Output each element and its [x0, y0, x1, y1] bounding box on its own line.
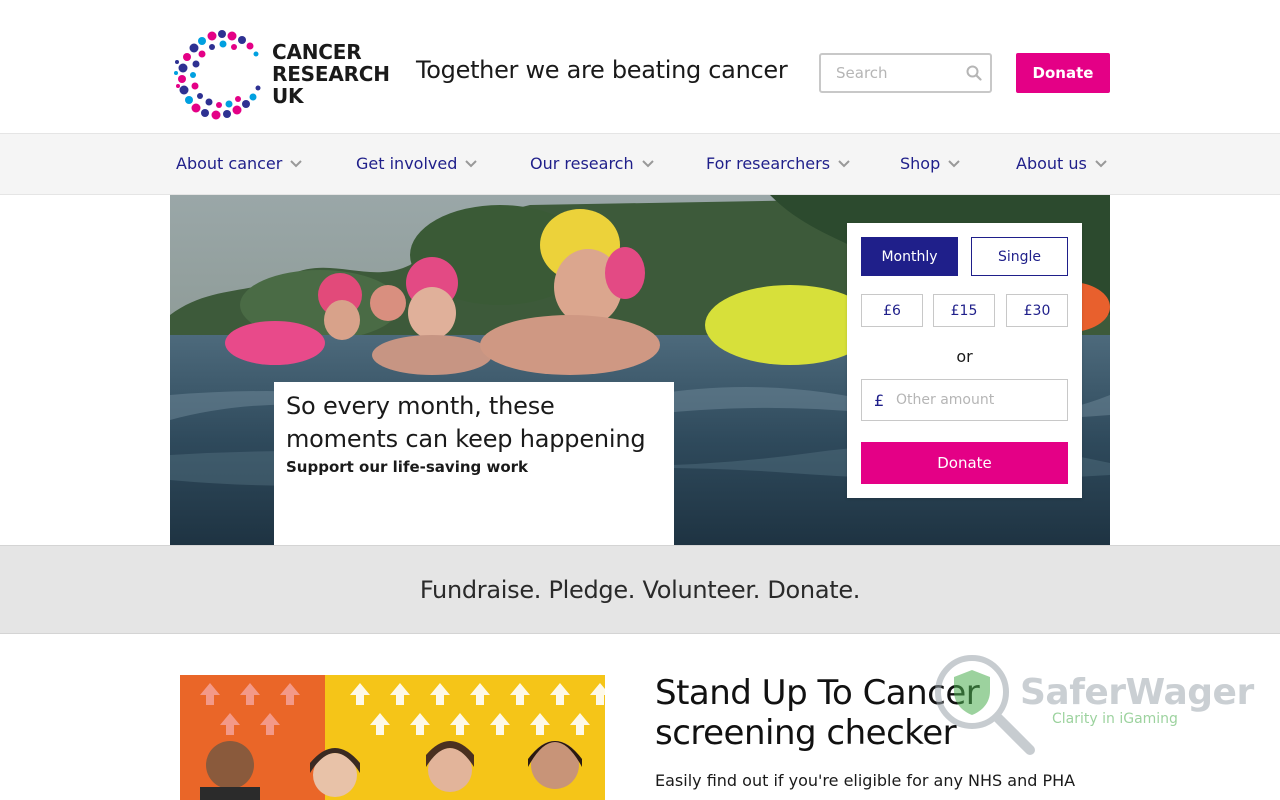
hero-banner: So every month, these moments can keep h…: [170, 195, 1110, 545]
nav-item-label: Our research: [530, 154, 634, 173]
search-box[interactable]: [819, 53, 992, 93]
currency-symbol: £: [874, 391, 885, 410]
feature-text: Easily find out if you're eligible for a…: [655, 771, 1076, 790]
stand-up-to-cancer-image: [180, 675, 605, 800]
strapline-band: Fundraise. Pledge. Volunteer. Donate.: [0, 545, 1280, 634]
amount-option[interactable]: £30: [1006, 294, 1068, 327]
saferwager-watermark: SaferWager Clarity in iGaming: [930, 650, 1254, 760]
chevron-down-icon: [948, 159, 960, 167]
hero-subline: Support our life-saving work: [286, 458, 529, 476]
site-header: CANCER RESEARCH UK Together we are beati…: [0, 0, 1280, 133]
logo-line-1: CANCER: [272, 40, 362, 64]
header-donate-button[interactable]: Donate: [1016, 53, 1110, 93]
or-divider-label: or: [956, 347, 973, 366]
hero-caption: So every month, these moments can keep h…: [274, 382, 674, 545]
nav-item-about-us[interactable]: About us: [1016, 154, 1107, 173]
strapline-text: Fundraise. Pledge. Volunteer. Donate.: [419, 575, 861, 604]
feature-image[interactable]: [180, 675, 605, 800]
nav-item-label: Get involved: [356, 154, 458, 173]
nav-item-label: About us: [1016, 154, 1087, 173]
search-input[interactable]: [821, 55, 961, 91]
chevron-down-icon: [641, 159, 654, 167]
other-amount-input[interactable]: [896, 384, 1061, 416]
watermark-title: SaferWager: [1020, 672, 1254, 713]
nav-item-label: For researchers: [706, 154, 831, 173]
nav-item-label: About cancer: [176, 154, 283, 173]
nav-item-for-researchers[interactable]: For researchers: [706, 154, 850, 173]
nav-item-shop[interactable]: Shop: [900, 154, 960, 173]
donate-panel: Monthly Single £6 £15 £30 or £ Donate: [847, 223, 1082, 498]
nav-item-get-involved[interactable]: Get involved: [356, 154, 478, 173]
nav-item-label: Shop: [900, 154, 941, 173]
panel-donate-button[interactable]: Donate: [861, 442, 1068, 484]
amount-option[interactable]: £15: [933, 294, 995, 327]
chevron-down-icon: [1095, 159, 1107, 167]
chevron-down-icon: [838, 159, 850, 167]
site-tagline: Together we are beating cancer: [416, 56, 788, 84]
logo-line-2: RESEARCH: [272, 62, 390, 86]
logo-wordmark: CANCER RESEARCH UK: [272, 41, 390, 107]
monthly-toggle[interactable]: Monthly: [861, 237, 958, 276]
amount-option[interactable]: £6: [861, 294, 923, 327]
other-amount-field[interactable]: £: [861, 379, 1068, 421]
nav-item-about-cancer[interactable]: About cancer: [176, 154, 303, 173]
nav-item-our-research[interactable]: Our research: [530, 154, 654, 173]
logo-line-3: UK: [272, 84, 304, 108]
hero-headline: So every month, these moments can keep h…: [286, 392, 646, 453]
single-toggle[interactable]: Single: [971, 237, 1068, 276]
main-navigation: About cancer Get involved Our research F…: [0, 133, 1280, 195]
chevron-down-icon: [290, 159, 303, 167]
cruk-logo[interactable]: CANCER RESEARCH UK: [172, 28, 392, 120]
chevron-down-icon: [465, 159, 478, 167]
logo-dots-icon: [174, 30, 261, 120]
search-icon[interactable]: [966, 65, 982, 81]
watermark-subtitle: Clarity in iGaming: [1052, 711, 1178, 727]
